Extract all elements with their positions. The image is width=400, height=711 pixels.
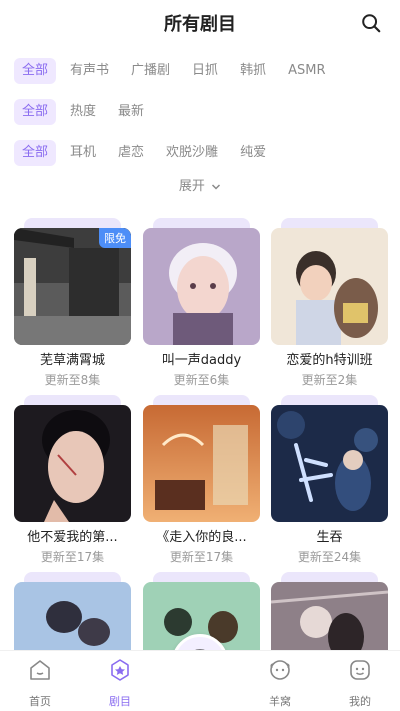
tag-chip-headphones[interactable]: 耳机	[62, 140, 104, 166]
home-icon	[30, 660, 50, 680]
filter-chip-audiobook[interactable]: 有声书	[62, 58, 117, 84]
cover-image: 限免	[14, 228, 131, 345]
sort-chip-latest[interactable]: 最新	[110, 99, 152, 125]
episode-count: 更新至6集	[173, 373, 230, 387]
filter-chip-asmr[interactable]: ASMR	[280, 58, 333, 84]
nav-nest-label: 羊窝	[269, 695, 291, 708]
cover-image	[271, 405, 388, 522]
nav-home[interactable]: 首页	[10, 657, 70, 709]
header: 所有剧目	[0, 0, 400, 48]
filter-chip-all[interactable]: 全部	[14, 58, 57, 84]
episode-count: 更新至2集	[301, 373, 358, 387]
sort-chip-all[interactable]: 全部	[14, 99, 57, 125]
search-icon[interactable]	[360, 12, 382, 34]
page-title: 所有剧目	[164, 14, 236, 35]
nav-home-label: 首页	[29, 695, 51, 708]
filter-chip-radio-drama[interactable]: 广播剧	[123, 58, 178, 84]
episode-count: 更新至17集	[169, 550, 234, 564]
drama-title: 恋爱的h特训班	[286, 353, 373, 368]
expand-label: 展开	[178, 179, 205, 194]
tag-chip-angst[interactable]: 虐恋	[110, 140, 152, 166]
tag-chip-pure-love[interactable]: 纯爱	[232, 140, 274, 166]
chevron-down-icon	[212, 183, 221, 190]
episode-count: 更新至24集	[297, 550, 362, 564]
episode-count: 更新至17集	[40, 550, 105, 564]
nav-nest[interactable]: 羊窝	[250, 657, 310, 709]
filter-chip-japanese[interactable]: 日抓	[184, 58, 226, 84]
profile-icon	[350, 660, 370, 680]
category-filter: 全部 有声书 广播剧 日抓 韩抓 ASMR	[14, 58, 333, 84]
tag-chip-all[interactable]: 全部	[14, 140, 57, 166]
cover-image	[143, 228, 260, 345]
tag-chip-comedy[interactable]: 欢脱沙雕	[158, 140, 226, 166]
nav-drama[interactable]: 剧目	[90, 657, 150, 709]
drama-title: 《走入你的良...	[156, 530, 247, 545]
sheep-icon	[270, 660, 290, 680]
drama-title: 生吞	[316, 530, 343, 545]
sort-chip-hot[interactable]: 热度	[62, 99, 104, 125]
bottom-nav: 首页 剧目 羊窝 我的	[0, 650, 400, 711]
drama-icon	[111, 659, 129, 681]
cover-image	[14, 405, 131, 522]
nav-drama-label: 剧目	[109, 695, 131, 708]
tag-filter: 全部 耳机 虐恋 欢脱沙雕 纯爱	[14, 140, 274, 166]
free-badge: 限免	[99, 228, 131, 248]
drama-title: 他不爱我的第...	[27, 530, 118, 545]
expand-button[interactable]: 展开	[0, 175, 400, 194]
filter-chip-korean[interactable]: 韩抓	[232, 58, 274, 84]
nav-mine-label: 我的	[349, 695, 371, 708]
episode-count: 更新至8集	[44, 373, 101, 387]
drama-title: 芜草满霄城	[39, 353, 105, 368]
cover-image	[271, 228, 388, 345]
drama-title: 叫一声daddy	[161, 353, 242, 368]
sort-filter: 全部 热度 最新	[14, 99, 152, 125]
cover-image	[143, 405, 260, 522]
nav-mine[interactable]: 我的	[330, 657, 390, 709]
